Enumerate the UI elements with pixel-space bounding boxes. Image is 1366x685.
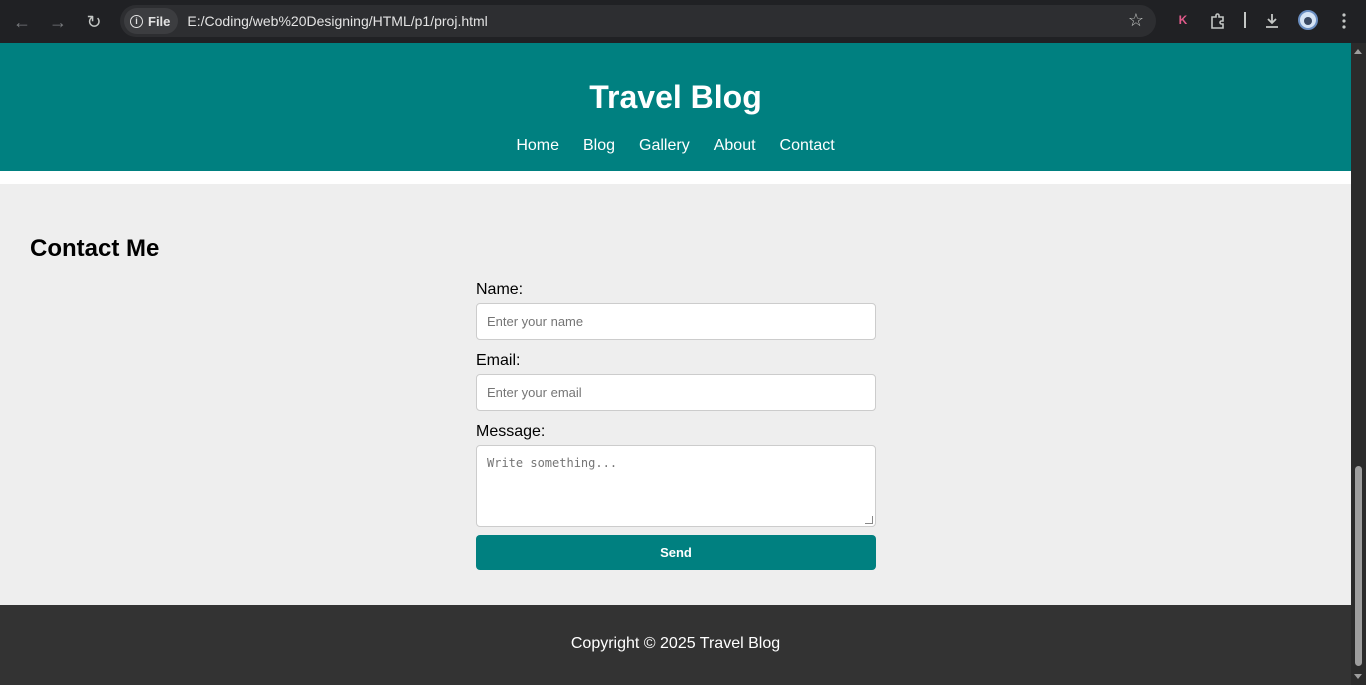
toolbar-divider bbox=[1244, 12, 1246, 28]
extension-k-icon[interactable]: K bbox=[1173, 10, 1193, 30]
scroll-down-icon[interactable] bbox=[1354, 674, 1362, 679]
nav-link-gallery[interactable]: Gallery bbox=[639, 137, 690, 155]
scroll-up-icon[interactable] bbox=[1354, 49, 1362, 54]
nav-link-contact[interactable]: Contact bbox=[780, 137, 835, 155]
contact-section: Contact Me Name: Enter your name Email: … bbox=[0, 184, 1351, 605]
contact-heading: Contact Me bbox=[30, 235, 160, 262]
download-icon[interactable] bbox=[1260, 8, 1284, 34]
menu-kebab-icon[interactable] bbox=[1332, 8, 1356, 34]
scroll-thumb[interactable] bbox=[1355, 466, 1362, 666]
back-icon[interactable]: ← bbox=[8, 8, 36, 36]
contact-form: Name: Enter your name Email: Enter your … bbox=[476, 280, 876, 570]
address-bar[interactable]: i File E:/Coding/web%20Designing/HTML/p1… bbox=[120, 5, 1156, 37]
nav-link-home[interactable]: Home bbox=[516, 137, 559, 155]
email-placeholder: Enter your email bbox=[487, 385, 582, 400]
forward-icon[interactable]: → bbox=[44, 8, 72, 36]
info-icon: i bbox=[130, 14, 143, 28]
page-viewport: Travel Blog Home Blog Gallery About Cont… bbox=[0, 43, 1351, 685]
name-label: Name: bbox=[476, 281, 524, 298]
send-button[interactable]: Send bbox=[476, 535, 876, 570]
reload-icon[interactable]: ↻ bbox=[80, 8, 108, 36]
nav-link-about[interactable]: About bbox=[714, 137, 756, 155]
message-placeholder: Write something... bbox=[487, 456, 618, 470]
bookmark-star-icon[interactable]: ☆ bbox=[1128, 10, 1144, 31]
email-input[interactable]: Enter your email bbox=[476, 374, 876, 411]
site-header: Travel Blog Home Blog Gallery About Cont… bbox=[0, 43, 1351, 171]
browser-toolbar: ← → ↻ i File E:/Coding/web%20Designing/H… bbox=[0, 0, 1366, 43]
site-info-chip[interactable]: i File bbox=[124, 8, 179, 34]
message-textarea[interactable]: Write something... bbox=[476, 445, 876, 527]
resize-handle-icon[interactable] bbox=[865, 516, 873, 524]
name-placeholder: Enter your name bbox=[487, 314, 584, 329]
url-text[interactable]: E:/Coding/web%20Designing/HTML/p1/proj.h… bbox=[187, 13, 487, 29]
page-scrollbar[interactable] bbox=[1351, 43, 1366, 685]
site-title: Travel Blog bbox=[589, 79, 762, 115]
extensions-puzzle-icon[interactable] bbox=[1206, 8, 1230, 34]
site-footer: Copyright © 2025 Travel Blog bbox=[0, 605, 1351, 685]
profile-avatar[interactable] bbox=[1298, 10, 1318, 30]
site-nav: Home Blog Gallery About Contact bbox=[0, 137, 1351, 155]
name-input[interactable]: Enter your name bbox=[476, 303, 876, 340]
message-label: Message: bbox=[476, 423, 546, 440]
site-chip-label: File bbox=[148, 13, 171, 29]
email-label: Email: bbox=[476, 352, 521, 369]
copyright-text: Copyright © 2025 Travel Blog bbox=[570, 635, 781, 652]
nav-link-blog[interactable]: Blog bbox=[583, 137, 615, 155]
